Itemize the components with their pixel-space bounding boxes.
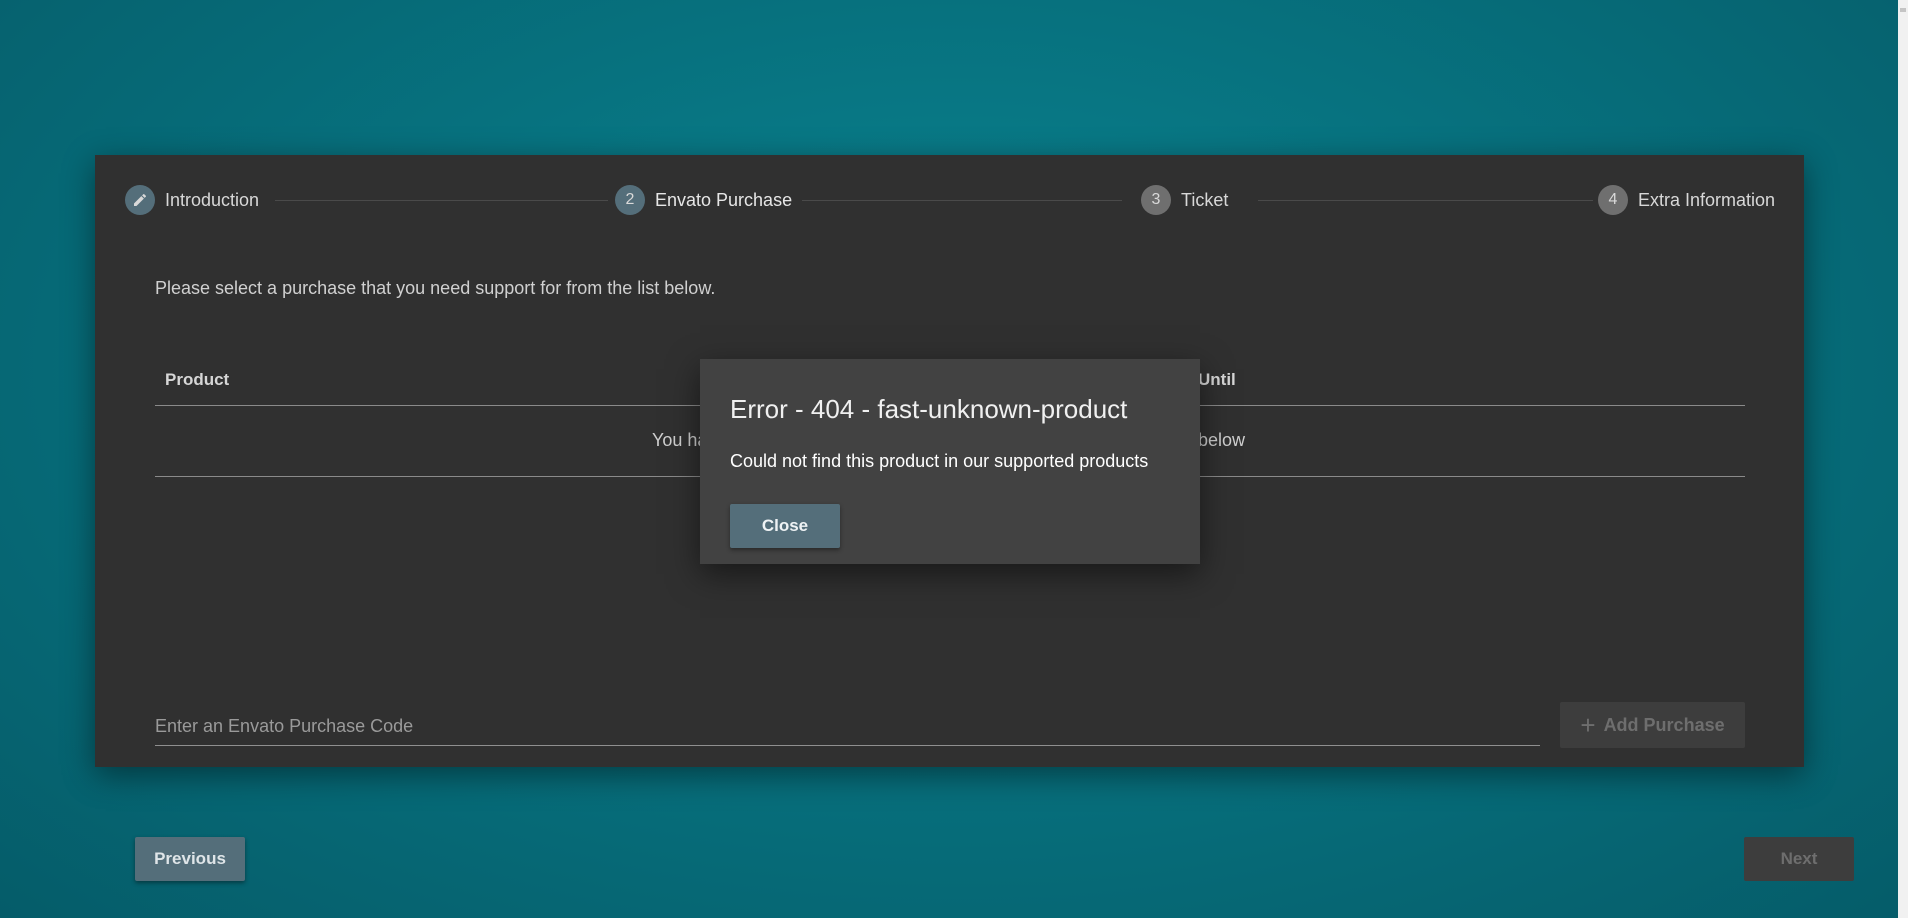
previous-button[interactable]: Previous xyxy=(135,837,245,881)
step-connector xyxy=(1258,200,1593,201)
stepper: Introduction 2 Envato Purchase 3 Ticket … xyxy=(125,185,1778,215)
step-connector xyxy=(802,200,1122,201)
empty-message-end: below xyxy=(1198,430,1246,450)
page-scrollbar[interactable] xyxy=(1898,0,1908,918)
instruction-text: Please select a purchase that you need s… xyxy=(155,278,716,298)
plus-icon: + xyxy=(1580,710,1596,740)
purchase-code-input[interactable] xyxy=(155,708,1540,746)
dialog-message: Could not find this product in our suppo… xyxy=(730,451,1149,471)
add-purchase-button[interactable]: + Add Purchase xyxy=(1560,702,1745,748)
step-ticket-label: Ticket xyxy=(1181,189,1229,210)
step-ticket[interactable]: 3 Ticket xyxy=(1141,185,1228,215)
column-until: Until xyxy=(1198,370,1236,389)
step-extra-information-label: Extra Information xyxy=(1638,189,1776,210)
next-button[interactable]: Next xyxy=(1744,837,1854,881)
step-introduction-label: Introduction xyxy=(165,189,260,210)
step-envato-purchase-label: Envato Purchase xyxy=(655,189,793,210)
error-dialog: Error - 404 - fast-unknown-product Could… xyxy=(700,359,1200,564)
step-number-badge: 2 xyxy=(615,185,645,215)
dialog-title: Error - 404 - fast-unknown-product xyxy=(730,394,1128,424)
pencil-icon xyxy=(125,185,155,215)
step-introduction[interactable]: Introduction xyxy=(125,185,259,215)
step-number-badge: 3 xyxy=(1141,185,1171,215)
add-purchase-label: Add Purchase xyxy=(1603,714,1725,735)
step-extra-information[interactable]: 4 Extra Information xyxy=(1598,185,1775,215)
step-envato-purchase[interactable]: 2 Envato Purchase xyxy=(615,185,792,215)
column-product: Product xyxy=(165,370,230,389)
step-number-badge: 4 xyxy=(1598,185,1628,215)
scrollbar-thumb[interactable] xyxy=(1900,8,1906,12)
step-connector xyxy=(275,200,608,201)
close-button[interactable]: Close xyxy=(730,504,840,548)
